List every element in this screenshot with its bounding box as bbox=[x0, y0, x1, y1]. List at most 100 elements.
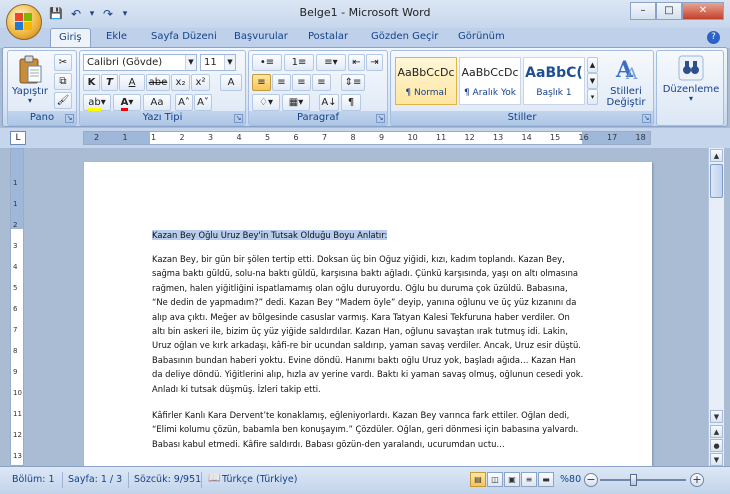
full-screen-reading-button[interactable]: ◫ bbox=[487, 472, 503, 487]
outline-view-button[interactable]: ≡ bbox=[521, 472, 537, 487]
show-hide-button[interactable]: ¶ bbox=[341, 94, 361, 111]
styles-scroll-down-button[interactable]: ▼ bbox=[587, 73, 598, 89]
increase-indent-button[interactable]: ⇥ bbox=[366, 54, 383, 71]
document-area[interactable]: Kazan Bey Oğlu Uruz Bey'in Tutsak Olduğu… bbox=[26, 148, 708, 466]
tab-basvurular[interactable]: Başvurular bbox=[234, 31, 288, 42]
clipboard-dialog-launcher[interactable]: ↘ bbox=[65, 114, 74, 123]
subscript-button[interactable]: x₂ bbox=[171, 74, 190, 91]
style-no-spacing[interactable]: AaBbCcDc ¶ Aralık Yok bbox=[459, 57, 521, 105]
document-paragraph-1[interactable]: Kazan Bey, bir gün bir şölen tertip etti… bbox=[152, 252, 584, 396]
tab-giris[interactable]: Giriş bbox=[50, 28, 91, 48]
text-line[interactable]: sağma baktı güldü, solu-na baktı güldü, … bbox=[152, 266, 584, 280]
text-line[interactable]: Kazan Bey, bir gün bir şölen tertip etti… bbox=[152, 252, 584, 266]
superscript-button[interactable]: x² bbox=[191, 74, 210, 91]
cut-button[interactable]: ✂ bbox=[54, 54, 72, 71]
bold-button[interactable]: K bbox=[83, 74, 100, 91]
help-icon[interactable]: ? bbox=[707, 31, 720, 44]
print-layout-view-button[interactable]: ▤ bbox=[470, 472, 486, 487]
paste-button[interactable]: Yapıştır ▾ bbox=[10, 55, 50, 105]
shrink-font-button[interactable]: A˅ bbox=[194, 94, 212, 111]
vertical-scrollbar[interactable]: ▲ ▼ ▲ ● ▼ bbox=[708, 148, 724, 466]
align-right-button[interactable]: ≡ bbox=[292, 74, 311, 91]
text-line[interactable]: “Ne dedin de yapmadım?” dedi. Kazan Bey … bbox=[152, 295, 584, 309]
change-styles-button[interactable]: A A Stilleri Değiştir bbox=[601, 55, 653, 108]
close-button[interactable]: ✕ bbox=[682, 2, 724, 20]
copy-button[interactable]: ⧉ bbox=[54, 73, 72, 90]
document-page[interactable]: Kazan Bey Oğlu Uruz Bey'in Tutsak Olduğu… bbox=[84, 162, 652, 466]
font-color-button[interactable]: A▾ bbox=[113, 94, 141, 111]
borders-button[interactable]: ▦▾ bbox=[282, 94, 310, 111]
zoom-level[interactable]: %80 bbox=[560, 474, 581, 485]
text-line[interactable]: altı bin askeri ile, bizim üç yüz yiğide… bbox=[152, 324, 584, 338]
word-count[interactable]: Sözcük: 9/951 bbox=[134, 474, 201, 485]
document-heading[interactable]: Kazan Bey Oğlu Uruz Bey'in Tutsak Olduğu… bbox=[152, 228, 584, 242]
font-name-combo[interactable]: Calibri (Gövde) ▼ bbox=[83, 54, 197, 71]
scroll-down-button[interactable]: ▼ bbox=[710, 410, 723, 423]
browse-object-button[interactable]: ● bbox=[710, 439, 723, 452]
text-line[interactable]: Kâfirler Kanlı Kara Dervent’te konaklamı… bbox=[152, 408, 584, 422]
office-button[interactable] bbox=[6, 4, 42, 40]
bullets-button[interactable]: •≡ bbox=[252, 54, 282, 71]
language-indicator[interactable]: 📖 Türkçe (Türkiye) bbox=[208, 473, 297, 485]
document-paragraph-2[interactable]: Kâfirler Kanlı Kara Dervent’te konaklamı… bbox=[152, 408, 584, 451]
grow-font-button[interactable]: A˄ bbox=[175, 94, 193, 111]
chevron-down-icon[interactable]: ▼ bbox=[185, 55, 196, 70]
minimize-button[interactable]: – bbox=[630, 2, 656, 20]
clear-formatting-button[interactable]: A bbox=[220, 74, 242, 91]
italic-button[interactable]: T bbox=[101, 74, 118, 91]
decrease-indent-button[interactable]: ⇤ bbox=[348, 54, 365, 71]
style-heading-1[interactable]: AaBbC( Başlık 1 bbox=[523, 57, 585, 105]
tab-selector-button[interactable]: L bbox=[10, 131, 26, 145]
tab-postalar[interactable]: Postalar bbox=[308, 31, 348, 42]
zoom-out-button[interactable]: − bbox=[584, 473, 598, 487]
vertical-ruler[interactable]: 1 1 2 3 4 5 6 7 8 9 10 11 12 13 bbox=[10, 148, 24, 466]
chevron-down-icon[interactable]: ▼ bbox=[224, 55, 235, 70]
shading-button[interactable]: ♢▾ bbox=[252, 94, 280, 111]
font-size-combo[interactable]: 11 ▼ bbox=[200, 54, 236, 71]
styles-dialog-launcher[interactable]: ↘ bbox=[642, 114, 651, 123]
zoom-slider-knob[interactable] bbox=[630, 474, 638, 486]
next-page-button[interactable]: ▼ bbox=[710, 453, 723, 466]
text-line[interactable]: Uruz oğlan ve kırk arkadaşı, kâfi-re bir… bbox=[152, 338, 584, 352]
format-painter-button[interactable]: 🖌 bbox=[54, 92, 72, 109]
styles-scroll-up-button[interactable]: ▲ bbox=[587, 57, 598, 73]
sort-button[interactable]: A↓ bbox=[319, 94, 339, 111]
change-case-button[interactable]: Aa bbox=[143, 94, 171, 111]
justify-button[interactable]: ≡ bbox=[312, 74, 331, 91]
zoom-slider[interactable] bbox=[600, 474, 686, 486]
page-indicator[interactable]: Sayfa: 1 / 3 bbox=[68, 474, 122, 485]
multilevel-list-button[interactable]: ≡▾ bbox=[316, 54, 346, 71]
previous-page-button[interactable]: ▲ bbox=[710, 425, 723, 438]
strikethrough-button[interactable]: abe bbox=[146, 74, 170, 91]
numbering-button[interactable]: 1≡ bbox=[284, 54, 314, 71]
style-normal[interactable]: AaBbCcDc ¶ Normal bbox=[395, 57, 457, 105]
draft-view-button[interactable]: ▬ bbox=[538, 472, 554, 487]
tab-gozden-gecir[interactable]: Gözden Geçir bbox=[371, 31, 438, 42]
text-line[interactable]: rağmen, halen yiğitliğini ispatlamamış o… bbox=[152, 281, 584, 295]
tab-gorunum[interactable]: Görünüm bbox=[458, 31, 505, 42]
scroll-thumb[interactable] bbox=[710, 164, 723, 198]
text-line[interactable]: da deliye döndü. Yiğitlerini alıp, hızla… bbox=[152, 367, 584, 381]
zoom-in-button[interactable]: + bbox=[690, 473, 704, 487]
align-center-button[interactable]: ≡ bbox=[272, 74, 291, 91]
text-line[interactable]: “Elimi kolumu çözün, babamla ben konuşay… bbox=[152, 422, 584, 436]
text-line[interactable]: alıp ava çıktı. Meğer av bölgesinde casu… bbox=[152, 310, 584, 324]
paste-dropdown-icon[interactable]: ▾ bbox=[10, 97, 50, 105]
text-line[interactable]: Babasının bundan haberi yoktu. Evine dön… bbox=[152, 353, 584, 367]
horizontal-ruler[interactable]: 2 1 1 2 3 4 5 6 7 8 9 10 11 12 13 14 15 16 17 18 bbox=[83, 131, 651, 145]
paragraph-dialog-launcher[interactable]: ↘ bbox=[376, 114, 385, 123]
web-layout-button[interactable]: ▣ bbox=[504, 472, 520, 487]
maximize-button[interactable]: □ bbox=[656, 2, 682, 20]
line-spacing-button[interactable]: ⇕≡ bbox=[341, 74, 365, 91]
text-line[interactable]: Anladı ki tutsak düşmüş. İzleri takip et… bbox=[152, 382, 584, 396]
tab-sayfa-duzeni[interactable]: Sayfa Düzeni bbox=[151, 31, 217, 42]
scroll-up-button[interactable]: ▲ bbox=[710, 149, 723, 162]
editing-button[interactable]: Düzenleme ▾ bbox=[659, 55, 723, 103]
styles-more-button[interactable]: ▾ bbox=[587, 89, 598, 105]
highlight-button[interactable]: ab▾ bbox=[83, 94, 111, 111]
underline-button[interactable]: A bbox=[119, 74, 145, 91]
section-indicator[interactable]: Bölüm: 1 bbox=[12, 474, 55, 485]
align-left-button[interactable]: ≡ bbox=[252, 74, 271, 91]
text-line[interactable]: Babası kabul etmedi. Kâfire saldırdı. Ba… bbox=[152, 437, 584, 451]
font-dialog-launcher[interactable]: ↘ bbox=[234, 114, 243, 123]
